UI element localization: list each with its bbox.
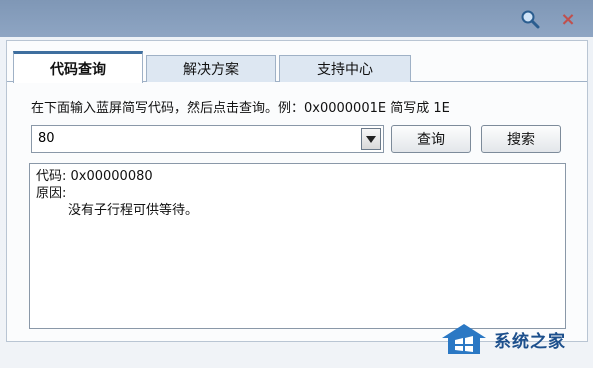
- tab-bar: 代码查询 解决方案 支持中心: [7, 41, 587, 84]
- tab-label: 解决方案: [183, 62, 239, 78]
- result-area: 代码: 0x00000080 原因: 没有子行程可供等待。: [29, 163, 566, 329]
- tab-label: 代码查询: [50, 61, 106, 78]
- main-panel: 代码查询 解决方案 支持中心 在下面输入蓝屏简写代码，然后点击查询。例：0x00…: [6, 40, 588, 342]
- chevron-down-icon: [366, 135, 376, 143]
- query-button[interactable]: 查询: [391, 125, 471, 153]
- search-icon[interactable]: [519, 8, 541, 30]
- code-input[interactable]: [32, 126, 344, 150]
- close-glyph: ×: [560, 8, 576, 30]
- house-logo-icon: [442, 324, 486, 354]
- instruction-text: 在下面输入蓝屏简写代码，然后点击查询。例：0x0000001E 简写成 1E: [31, 101, 450, 116]
- app-window: × 代码查询 解决方案 支持中心 在下面输入蓝屏简写代码，然后点击查询。例：0x…: [0, 0, 593, 368]
- watermark-text: 系统之家: [494, 331, 566, 352]
- close-icon[interactable]: ×: [557, 8, 579, 30]
- site-watermark: 系统之家: [440, 322, 566, 356]
- tab-solutions[interactable]: 解决方案: [146, 55, 276, 82]
- title-bar-controls: ×: [519, 8, 579, 30]
- tab-code-query[interactable]: 代码查询: [13, 51, 143, 83]
- tab-label: 支持中心: [317, 62, 373, 78]
- search-button[interactable]: 搜索: [481, 125, 561, 153]
- code-combobox[interactable]: [31, 125, 384, 153]
- dropdown-button[interactable]: [361, 128, 381, 150]
- tab-support-center[interactable]: 支持中心: [279, 55, 411, 82]
- result-reason-text: 没有子行程可供等待。: [68, 203, 199, 218]
- result-code: 代码: 0x00000080: [36, 169, 153, 184]
- result-reason-label: 原因:: [36, 186, 67, 201]
